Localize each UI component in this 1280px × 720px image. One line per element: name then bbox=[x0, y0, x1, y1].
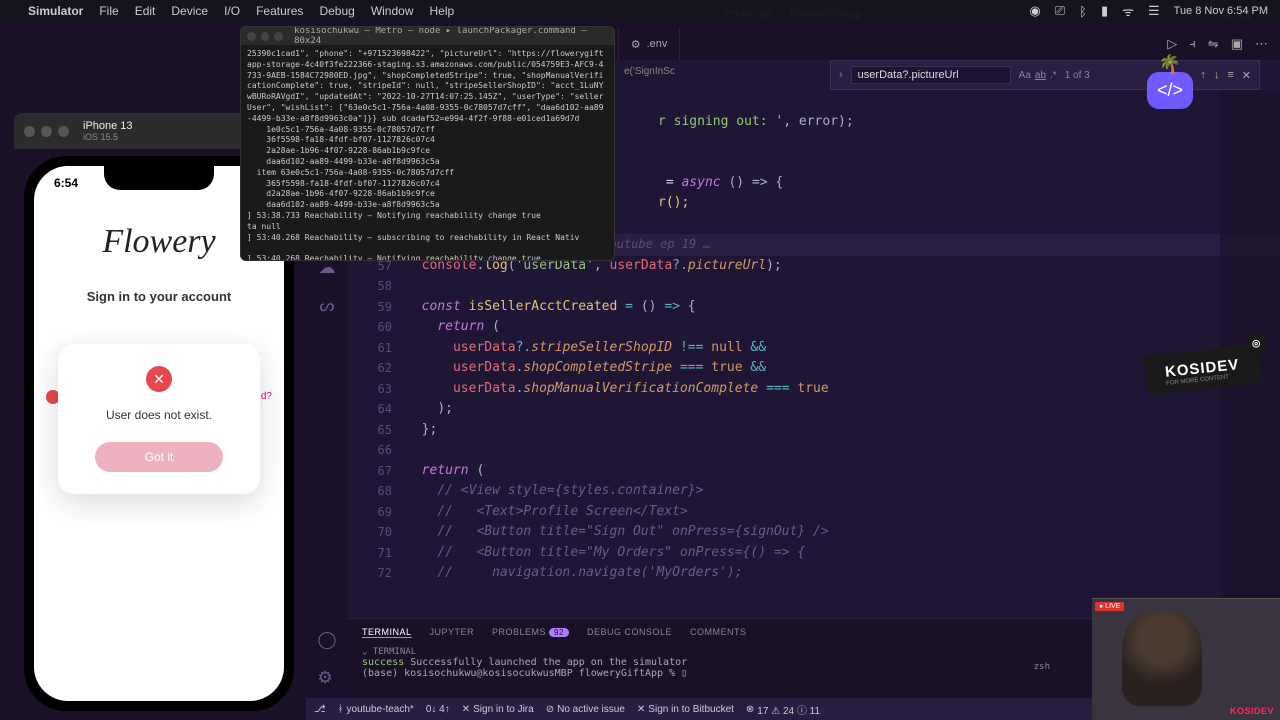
shell-zsh[interactable]: zsh bbox=[1034, 662, 1050, 672]
split-icon[interactable]: ⫞ bbox=[1189, 36, 1196, 52]
webcam-tag: KOSIDEV bbox=[1230, 706, 1274, 716]
sim-device: iPhone 13 bbox=[83, 120, 133, 132]
clock[interactable]: Tue 8 Nov 6:54 PM bbox=[1174, 5, 1268, 17]
terminal-title: kosisochukwu — Metro — node ▸ launchPack… bbox=[294, 26, 608, 46]
filter-icon[interactable]: ≡ bbox=[1227, 69, 1233, 82]
person bbox=[1122, 611, 1202, 706]
menubar-items: File Edit Device I/O Features Debug Wind… bbox=[99, 4, 454, 18]
panel-tab-debug[interactable]: DEBUG CONSOLE bbox=[587, 627, 672, 637]
macos-menubar: Simulator File Edit Device I/O Features … bbox=[0, 0, 1280, 22]
error-icon: ✕ bbox=[146, 366, 172, 392]
app-name[interactable]: Simulator bbox=[28, 4, 83, 18]
webcam-overlay: ● LIVE KOSIDEV bbox=[1092, 598, 1280, 720]
wifi-icon[interactable]: ᯤ bbox=[1122, 2, 1134, 20]
device-time: 6:54 bbox=[54, 176, 78, 193]
panel-tab-jupyter[interactable]: JUPYTER bbox=[430, 627, 475, 637]
swirl-icon[interactable]: ᔕ bbox=[319, 296, 334, 316]
forgot-link[interactable]: d? bbox=[261, 391, 272, 402]
more-icon[interactable]: ⋯ bbox=[1255, 36, 1268, 52]
menu-device[interactable]: Device bbox=[171, 4, 208, 18]
menu-help[interactable]: Help bbox=[430, 4, 455, 18]
menu-debug[interactable]: Debug bbox=[319, 4, 354, 18]
regex-icon[interactable]: .* bbox=[1050, 70, 1057, 81]
menu-io[interactable]: I/O bbox=[224, 4, 240, 18]
panel-tab-problems[interactable]: PROBLEMS92 bbox=[492, 627, 569, 637]
display-icon[interactable]: ⎚ bbox=[1055, 3, 1065, 19]
diagnostics[interactable]: ⊗ 17 ⚠ 24 ⓘ 11 bbox=[746, 702, 820, 717]
no-issue[interactable]: ⊘ No active issue bbox=[546, 704, 625, 715]
account-icon[interactable]: ◯ bbox=[317, 630, 336, 650]
branch[interactable]: ᚼ youtube-teach* bbox=[338, 704, 414, 715]
terminal-output[interactable]: 25390c1cad1", "phone": "+971523698422", … bbox=[241, 45, 614, 261]
menu-file[interactable]: File bbox=[99, 4, 118, 18]
menu-features[interactable]: Features bbox=[256, 4, 303, 18]
close-find-icon[interactable]: ✕ bbox=[1242, 69, 1251, 82]
stream-logo: 🌴</> bbox=[1120, 55, 1220, 125]
tab-env[interactable]: ⚙ .env bbox=[619, 28, 681, 60]
notch bbox=[104, 166, 214, 190]
find-count: 1 of 3 bbox=[1065, 70, 1090, 81]
traffic-lights[interactable] bbox=[24, 126, 69, 137]
record-icon[interactable]: ◉ bbox=[1029, 3, 1040, 19]
menu-edit[interactable]: Edit bbox=[135, 4, 156, 18]
case-icon[interactable]: Aa bbox=[1019, 70, 1031, 81]
preview-icon[interactable]: ▣ bbox=[1231, 36, 1243, 52]
sync[interactable]: 0↓ 4↑ bbox=[426, 704, 450, 715]
panel-tab-comments[interactable]: COMMENTS bbox=[690, 627, 747, 637]
panel-tab-terminal[interactable]: TERMINAL bbox=[362, 627, 412, 638]
control-center-icon[interactable]: ☰ bbox=[1148, 3, 1160, 19]
chevron-icon[interactable]: › bbox=[839, 69, 843, 81]
terminal-titlebar[interactable]: kosisochukwu — Metro — node ▸ launchPack… bbox=[241, 27, 614, 45]
settings-icon[interactable]: ⚙ bbox=[317, 668, 336, 688]
run-icon[interactable]: ▷ bbox=[1167, 36, 1177, 52]
sim-os: iOS 15.5 bbox=[83, 132, 133, 142]
gear-icon: ⚙ bbox=[631, 38, 641, 51]
live-badge: ● LIVE bbox=[1095, 602, 1124, 611]
jira[interactable]: ✕ Sign in to Jira bbox=[462, 704, 534, 715]
bt-icon[interactable]: ᛒ bbox=[1079, 4, 1087, 19]
bitbucket[interactable]: ✕ Sign in to Bitbucket bbox=[637, 704, 734, 715]
got-it-button[interactable]: Got it bbox=[95, 442, 224, 472]
diff-icon[interactable]: ⇋ bbox=[1208, 36, 1219, 52]
error-modal: ✕ User does not exist. Got it bbox=[58, 344, 260, 494]
instagram-icon: ⌾ bbox=[1248, 333, 1267, 355]
battery-icon[interactable]: ▮ bbox=[1101, 3, 1108, 19]
find-input[interactable] bbox=[851, 66, 1011, 84]
code-logo-icon: 🌴</> bbox=[1147, 72, 1193, 109]
remote-icon[interactable]: ⎇ bbox=[314, 704, 326, 715]
word-icon[interactable]: ab bbox=[1035, 70, 1046, 81]
menu-window[interactable]: Window bbox=[371, 4, 414, 18]
signin-header: Sign in to your account bbox=[34, 289, 284, 304]
cloud-icon[interactable]: ☁ bbox=[319, 258, 336, 278]
metro-terminal-window: kosisochukwu — Metro — node ▸ launchPack… bbox=[240, 26, 615, 261]
error-message: User does not exist. bbox=[80, 408, 238, 422]
